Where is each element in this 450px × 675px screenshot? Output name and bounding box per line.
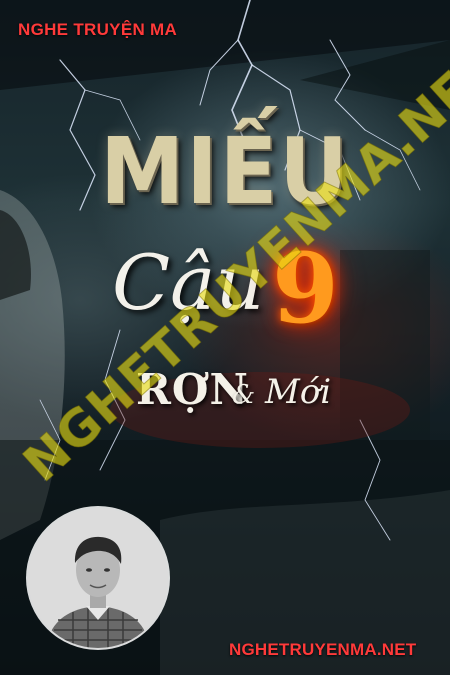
- site-url-bottom: NGHETRUYENMA.NET: [229, 640, 417, 659]
- narrator-avatar: [28, 508, 168, 648]
- story-cover: NGHE TRUYỆN MA MIẾU Cậu 9 RỢN & Mới NGHE…: [0, 0, 450, 675]
- tagline-amp: &: [232, 380, 256, 410]
- site-name-top: NGHE TRUYỆN MA: [18, 20, 178, 39]
- tagline-word2: Mới: [265, 372, 332, 412]
- narrator-portrait-icon: [28, 508, 168, 648]
